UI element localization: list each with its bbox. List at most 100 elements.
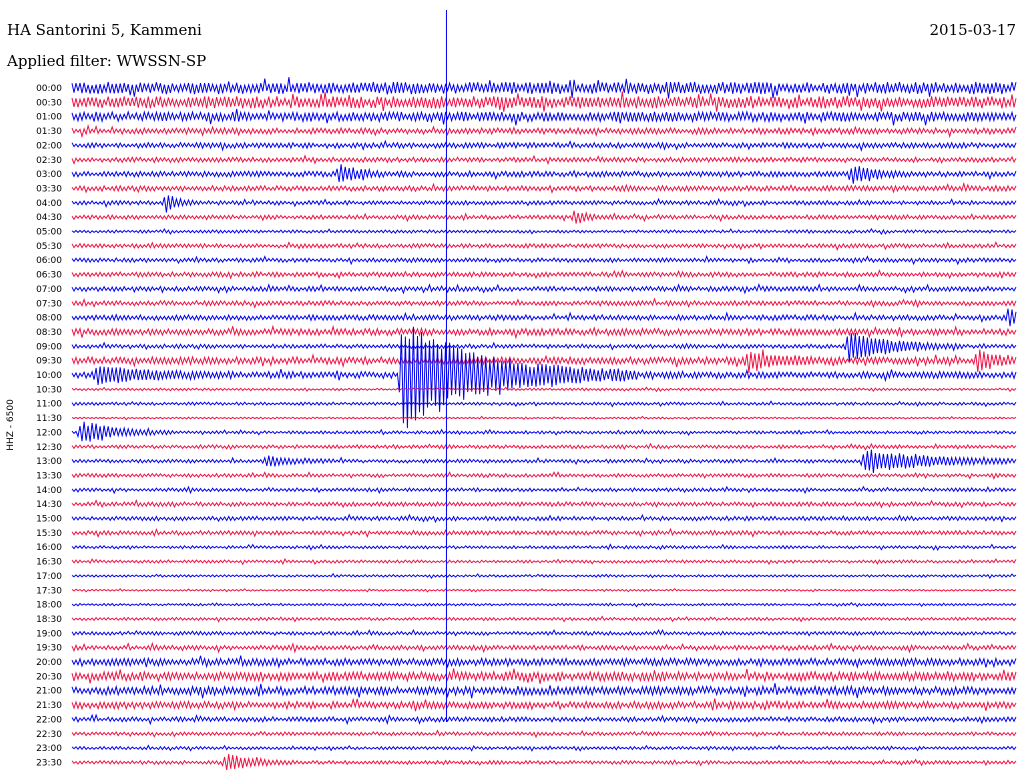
row-time-label: 07:00 bbox=[36, 285, 62, 295]
seismic-trace-2230 bbox=[71, 729, 1017, 739]
seismic-trace-1800 bbox=[71, 601, 1017, 608]
row-time-label: 23:30 bbox=[36, 758, 62, 768]
row-time-label: 17:00 bbox=[36, 572, 62, 582]
row-time-label: 18:00 bbox=[36, 601, 62, 611]
row-time-label: 15:00 bbox=[36, 515, 62, 525]
seismic-trace-2000 bbox=[71, 655, 1017, 670]
row-time-label: 03:00 bbox=[36, 170, 62, 180]
seismic-trace-1130 bbox=[71, 415, 1017, 421]
seismic-trace-1400 bbox=[71, 485, 1017, 495]
channel-label: HHZ - 6500 bbox=[6, 399, 16, 451]
seismic-trace-1600 bbox=[71, 543, 1017, 551]
seismic-trace-0430 bbox=[71, 210, 1017, 224]
seismic-trace-0200 bbox=[71, 139, 1017, 152]
seismic-trace-0600 bbox=[71, 254, 1017, 266]
row-time-label: 20:00 bbox=[36, 658, 62, 668]
seismic-trace-1930 bbox=[71, 641, 1017, 654]
seismic-trace-0830 bbox=[71, 324, 1017, 340]
row-time-label: 17:30 bbox=[36, 586, 62, 596]
seismic-trace-0030 bbox=[71, 91, 1017, 112]
row-time-label: 04:30 bbox=[36, 213, 62, 223]
row-time-label: 22:00 bbox=[36, 715, 62, 725]
seismic-trace-1530 bbox=[71, 527, 1017, 538]
row-time-label: 14:00 bbox=[36, 486, 62, 496]
seismic-trace-1030 bbox=[71, 386, 1017, 393]
seismic-trace-1700 bbox=[71, 572, 1017, 580]
filter-label: Applied filter: WWSSN-SP bbox=[6, 52, 206, 70]
seismic-trace-0230 bbox=[71, 154, 1017, 166]
row-time-label: 11:30 bbox=[36, 414, 62, 424]
row-time-label: 12:00 bbox=[36, 428, 62, 438]
row-time-label: 05:00 bbox=[36, 228, 62, 238]
seismic-trace-0400 bbox=[71, 195, 1017, 213]
seismic-trace-0700 bbox=[71, 282, 1017, 295]
seismic-trace-1230 bbox=[71, 442, 1017, 451]
row-time-label: 05:30 bbox=[36, 242, 62, 252]
helicorder-chart: HA Santorini 5, Kammeni 2015-03-17 Appli… bbox=[6, 10, 1017, 771]
seismic-trace-0330 bbox=[71, 181, 1017, 194]
row-time-label: 04:00 bbox=[36, 199, 62, 209]
seismic-trace-1330 bbox=[71, 471, 1017, 480]
date-label: 2015-03-17 bbox=[930, 21, 1016, 39]
seismic-trace-0930 bbox=[71, 349, 1017, 374]
seismic-trace-1730 bbox=[71, 587, 1017, 593]
row-time-label: 21:30 bbox=[36, 701, 62, 711]
seismic-trace-1830 bbox=[71, 615, 1017, 623]
row-time-label: 21:00 bbox=[36, 687, 62, 697]
row-time-label: 01:30 bbox=[36, 127, 62, 137]
row-time-label: 16:30 bbox=[36, 558, 62, 568]
row-time-label: 06:30 bbox=[36, 271, 62, 281]
row-time-label: 09:00 bbox=[36, 342, 62, 352]
seismic-trace-2330 bbox=[71, 753, 1017, 771]
seismic-trace-1100 bbox=[71, 400, 1017, 408]
row-time-label: 20:30 bbox=[36, 672, 62, 682]
time-axis-labels: 00:00 00:30 01:00 01:30 02:00 02:30 03:00 03:30… bbox=[36, 84, 62, 768]
seismic-trace-2100 bbox=[71, 683, 1017, 699]
row-time-label: 11:00 bbox=[36, 400, 62, 410]
seismic-trace-0000 bbox=[71, 77, 1017, 99]
seismic-trace-0630 bbox=[71, 269, 1017, 280]
seismic-trace-0300 bbox=[71, 164, 1017, 184]
seismic-trace-2130 bbox=[71, 697, 1017, 712]
seismic-trace-0530 bbox=[71, 240, 1017, 251]
row-time-label: 03:30 bbox=[36, 184, 62, 194]
row-time-label: 08:30 bbox=[36, 328, 62, 338]
seismic-trace-0900 bbox=[71, 332, 1017, 363]
row-time-label: 09:30 bbox=[36, 357, 62, 367]
row-time-label: 06:00 bbox=[36, 256, 62, 266]
seismic-trace-2200 bbox=[71, 713, 1017, 726]
row-time-label: 02:00 bbox=[36, 141, 62, 151]
row-time-label: 00:30 bbox=[36, 98, 62, 108]
seismic-trace-0800 bbox=[71, 308, 1017, 327]
seismic-trace-1900 bbox=[71, 628, 1017, 637]
row-time-label: 19:30 bbox=[36, 644, 62, 654]
seismic-traces bbox=[71, 77, 1017, 771]
row-time-label: 15:30 bbox=[36, 529, 62, 539]
row-time-label: 10:30 bbox=[36, 385, 62, 395]
seismic-trace-1200 bbox=[71, 421, 1017, 442]
row-time-label: 22:30 bbox=[36, 730, 62, 740]
row-time-label: 18:30 bbox=[36, 615, 62, 625]
seismic-trace-1300 bbox=[71, 449, 1017, 473]
seismic-trace-0130 bbox=[71, 123, 1017, 139]
row-time-label: 16:00 bbox=[36, 543, 62, 553]
row-time-label: 14:30 bbox=[36, 500, 62, 510]
row-time-label: 00:00 bbox=[36, 84, 62, 94]
row-time-label: 08:00 bbox=[36, 314, 62, 324]
row-time-label: 07:30 bbox=[36, 299, 62, 309]
station-title: HA Santorini 5, Kammeni bbox=[7, 21, 202, 39]
row-time-label: 10:00 bbox=[36, 371, 62, 381]
seismic-trace-1430 bbox=[71, 498, 1017, 509]
seismic-trace-1500 bbox=[71, 513, 1017, 524]
row-time-label: 19:00 bbox=[36, 629, 62, 639]
seismic-trace-0730 bbox=[71, 297, 1017, 309]
row-time-label: 12:30 bbox=[36, 443, 62, 453]
seismic-trace-1000 bbox=[71, 326, 1017, 429]
seismic-trace-2300 bbox=[71, 744, 1017, 752]
row-time-label: 23:00 bbox=[36, 744, 62, 754]
seismic-trace-0500 bbox=[71, 227, 1017, 236]
row-time-label: 02:30 bbox=[36, 156, 62, 166]
row-time-label: 13:00 bbox=[36, 457, 62, 467]
row-time-label: 01:00 bbox=[36, 113, 62, 123]
row-time-label: 13:30 bbox=[36, 471, 62, 481]
